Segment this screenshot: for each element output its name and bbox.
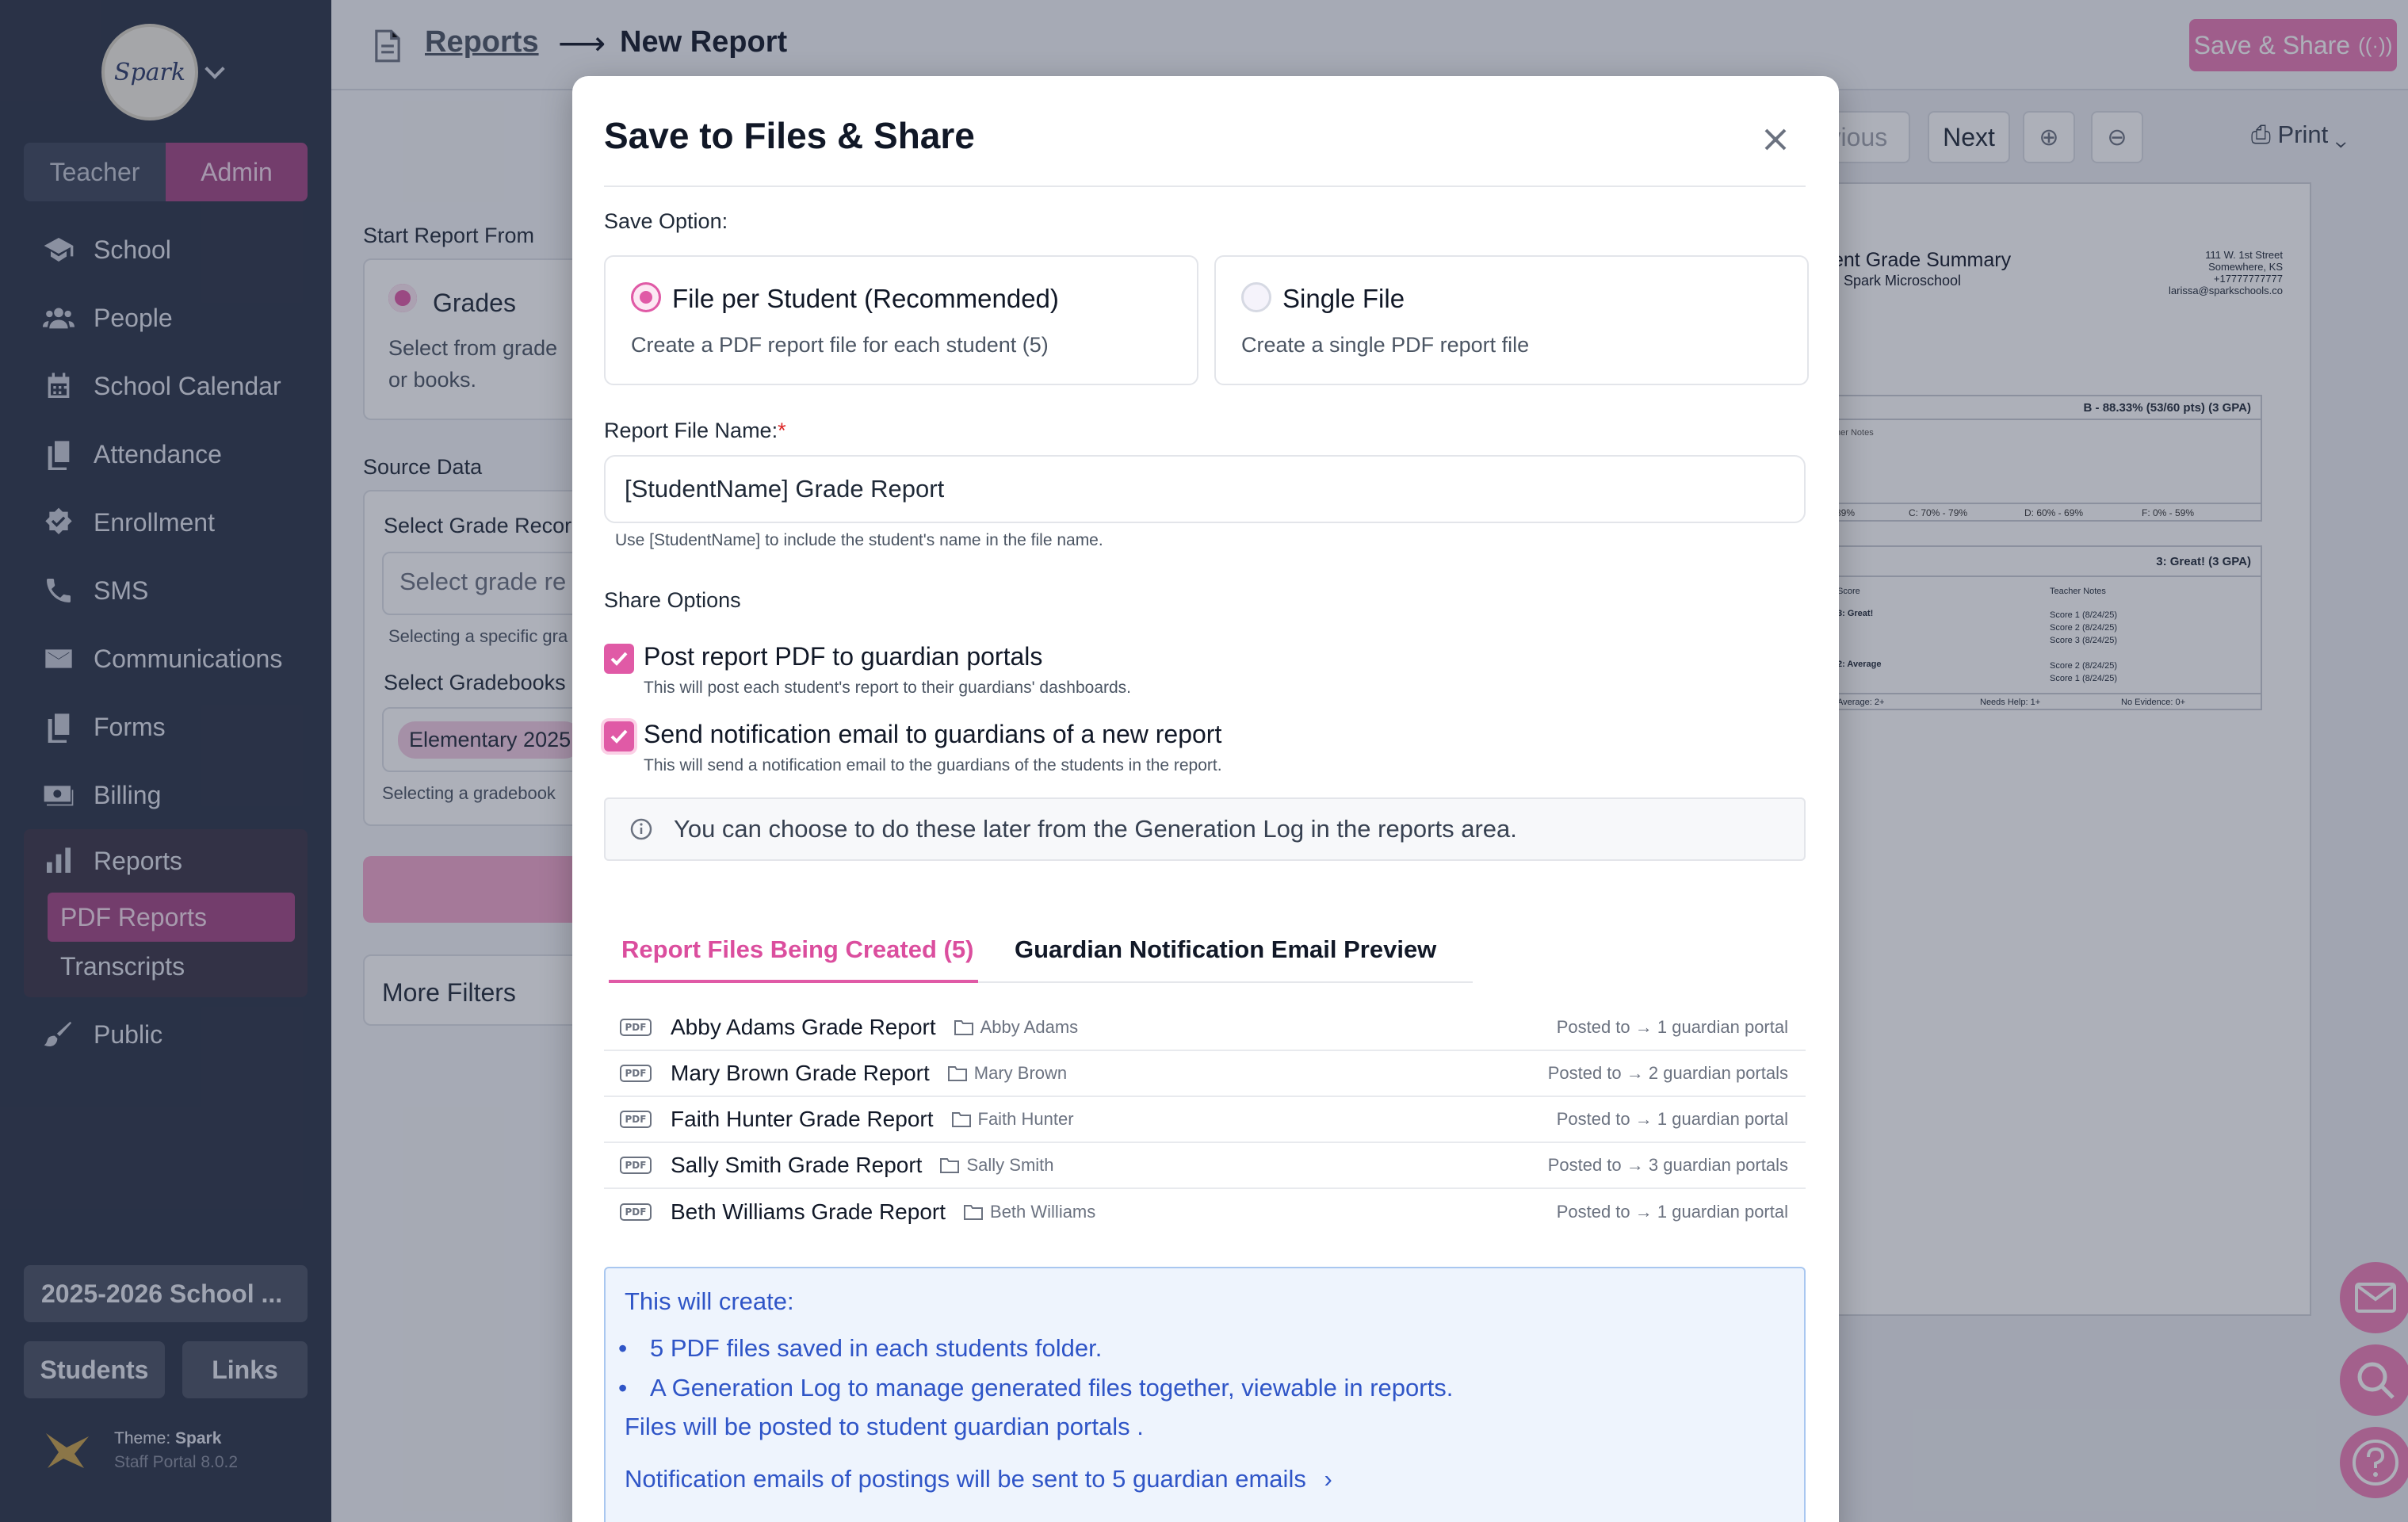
save-share-modal: Save to Files & Share Save Option: File … [572, 76, 1839, 1522]
list-item: PDF Faith Hunter Grade Report Faith Hunt… [604, 1097, 1806, 1143]
folder-name: Beth Williams [990, 1202, 1096, 1222]
tab-email-preview[interactable]: Guardian Notification Email Preview [1002, 924, 1449, 975]
option-desc: Create a PDF report file for each studen… [631, 333, 1049, 357]
creation-summary: This will create: 5 PDF files saved in e… [604, 1267, 1806, 1522]
chevron-right-icon: › [1324, 1465, 1332, 1493]
folder-icon [951, 1112, 971, 1127]
folder-name: Mary Brown [973, 1063, 1068, 1083]
file-name: Beth Williams Grade Report [671, 1199, 946, 1224]
radio-file-per-student[interactable] [631, 282, 661, 312]
folder-name: Sally Smith [966, 1155, 1054, 1175]
info-text: You can choose to do these later from th… [674, 815, 1517, 843]
post-portal-checkbox[interactable] [604, 644, 634, 674]
close-icon[interactable] [1758, 122, 1793, 157]
checkmark-icon [610, 652, 628, 666]
file-name-label: Report File Name:* [604, 419, 786, 442]
checkmark-icon [610, 729, 628, 744]
notify-email-title: Send notification email to guardians of … [644, 720, 1222, 748]
folder-icon [964, 1205, 984, 1220]
pdf-icon: PDF [620, 1157, 652, 1174]
tab-report-files[interactable]: Report Files Being Created (5) [609, 924, 986, 975]
info-notice: You can choose to do these later from th… [604, 797, 1806, 861]
share-options-label: Share Options [604, 588, 741, 612]
save-option-label: Save Option: [604, 209, 728, 233]
list-item: PDF Sally Smith Grade Report Sally Smith… [604, 1143, 1806, 1189]
posted-status: Posted to → 1 guardian portal [1556, 1017, 1788, 1037]
option-desc: Create a single PDF report file [1241, 333, 1530, 357]
file-name: Mary Brown Grade Report [671, 1061, 930, 1085]
summary-list: 5 PDF files saved in each students folde… [618, 1329, 1453, 1408]
posted-status: Posted to → 1 guardian portal [1556, 1109, 1788, 1129]
pdf-icon: PDF [620, 1111, 652, 1128]
folder-name: Abby Adams [980, 1017, 1079, 1037]
file-name: Faith Hunter Grade Report [671, 1107, 934, 1131]
option-file-per-student[interactable]: File per Student (Recommended) Create a … [604, 255, 1198, 385]
pdf-icon: PDF [620, 1019, 652, 1036]
file-name-input[interactable]: [StudentName] Grade Report [604, 455, 1806, 523]
summary-email-link[interactable]: Notification emails of postings will be … [625, 1465, 1332, 1493]
report-files-list: PDF Abby Adams Grade Report Abby Adams P… [604, 1005, 1806, 1235]
radio-single-file[interactable] [1241, 282, 1271, 312]
file-name: Abby Adams Grade Report [671, 1015, 936, 1039]
summary-email-text: Notification emails of postings will be … [625, 1465, 1306, 1493]
folder-icon [940, 1158, 960, 1173]
post-portal-title: Post report PDF to guardian portals [644, 642, 1043, 671]
folder-icon [954, 1020, 973, 1035]
summary-bullet: 5 PDF files saved in each students folde… [618, 1329, 1453, 1368]
posted-status: Posted to → 2 guardian portals [1547, 1063, 1788, 1083]
pdf-icon: PDF [620, 1065, 652, 1082]
required-mark: * [778, 419, 786, 442]
file-name-hint: Use [StudentName] to include the student… [615, 531, 1103, 549]
modal-title: Save to Files & Share [604, 115, 975, 156]
summary-bullet: A Generation Log to manage generated fil… [618, 1368, 1453, 1408]
posted-status: Posted to → 3 guardian portals [1547, 1155, 1788, 1175]
modal-divider [604, 185, 1806, 187]
folder-name: Faith Hunter [977, 1109, 1074, 1129]
post-portal-desc: This will post each student's report to … [644, 679, 1132, 697]
summary-posted-line: Files will be posted to student guardian… [625, 1413, 1144, 1440]
pdf-icon: PDF [620, 1203, 652, 1221]
option-title: Single File [1282, 284, 1405, 313]
notify-email-checkbox[interactable] [604, 721, 634, 751]
option-single-file[interactable]: Single File Create a single PDF report f… [1214, 255, 1809, 385]
list-item: PDF Beth Williams Grade Report Beth Will… [604, 1189, 1806, 1235]
summary-title: This will create: [625, 1287, 794, 1315]
active-tab-indicator [609, 980, 978, 983]
file-name: Sally Smith Grade Report [671, 1153, 923, 1177]
posted-status: Posted to → 1 guardian portal [1556, 1202, 1788, 1222]
info-icon [630, 818, 652, 840]
option-title: File per Student (Recommended) [672, 284, 1059, 313]
list-item: PDF Mary Brown Grade Report Mary Brown P… [604, 1051, 1806, 1097]
folder-icon [947, 1066, 967, 1081]
list-item: PDF Abby Adams Grade Report Abby Adams P… [604, 1005, 1806, 1051]
notify-email-desc: This will send a notification email to t… [644, 756, 1222, 774]
